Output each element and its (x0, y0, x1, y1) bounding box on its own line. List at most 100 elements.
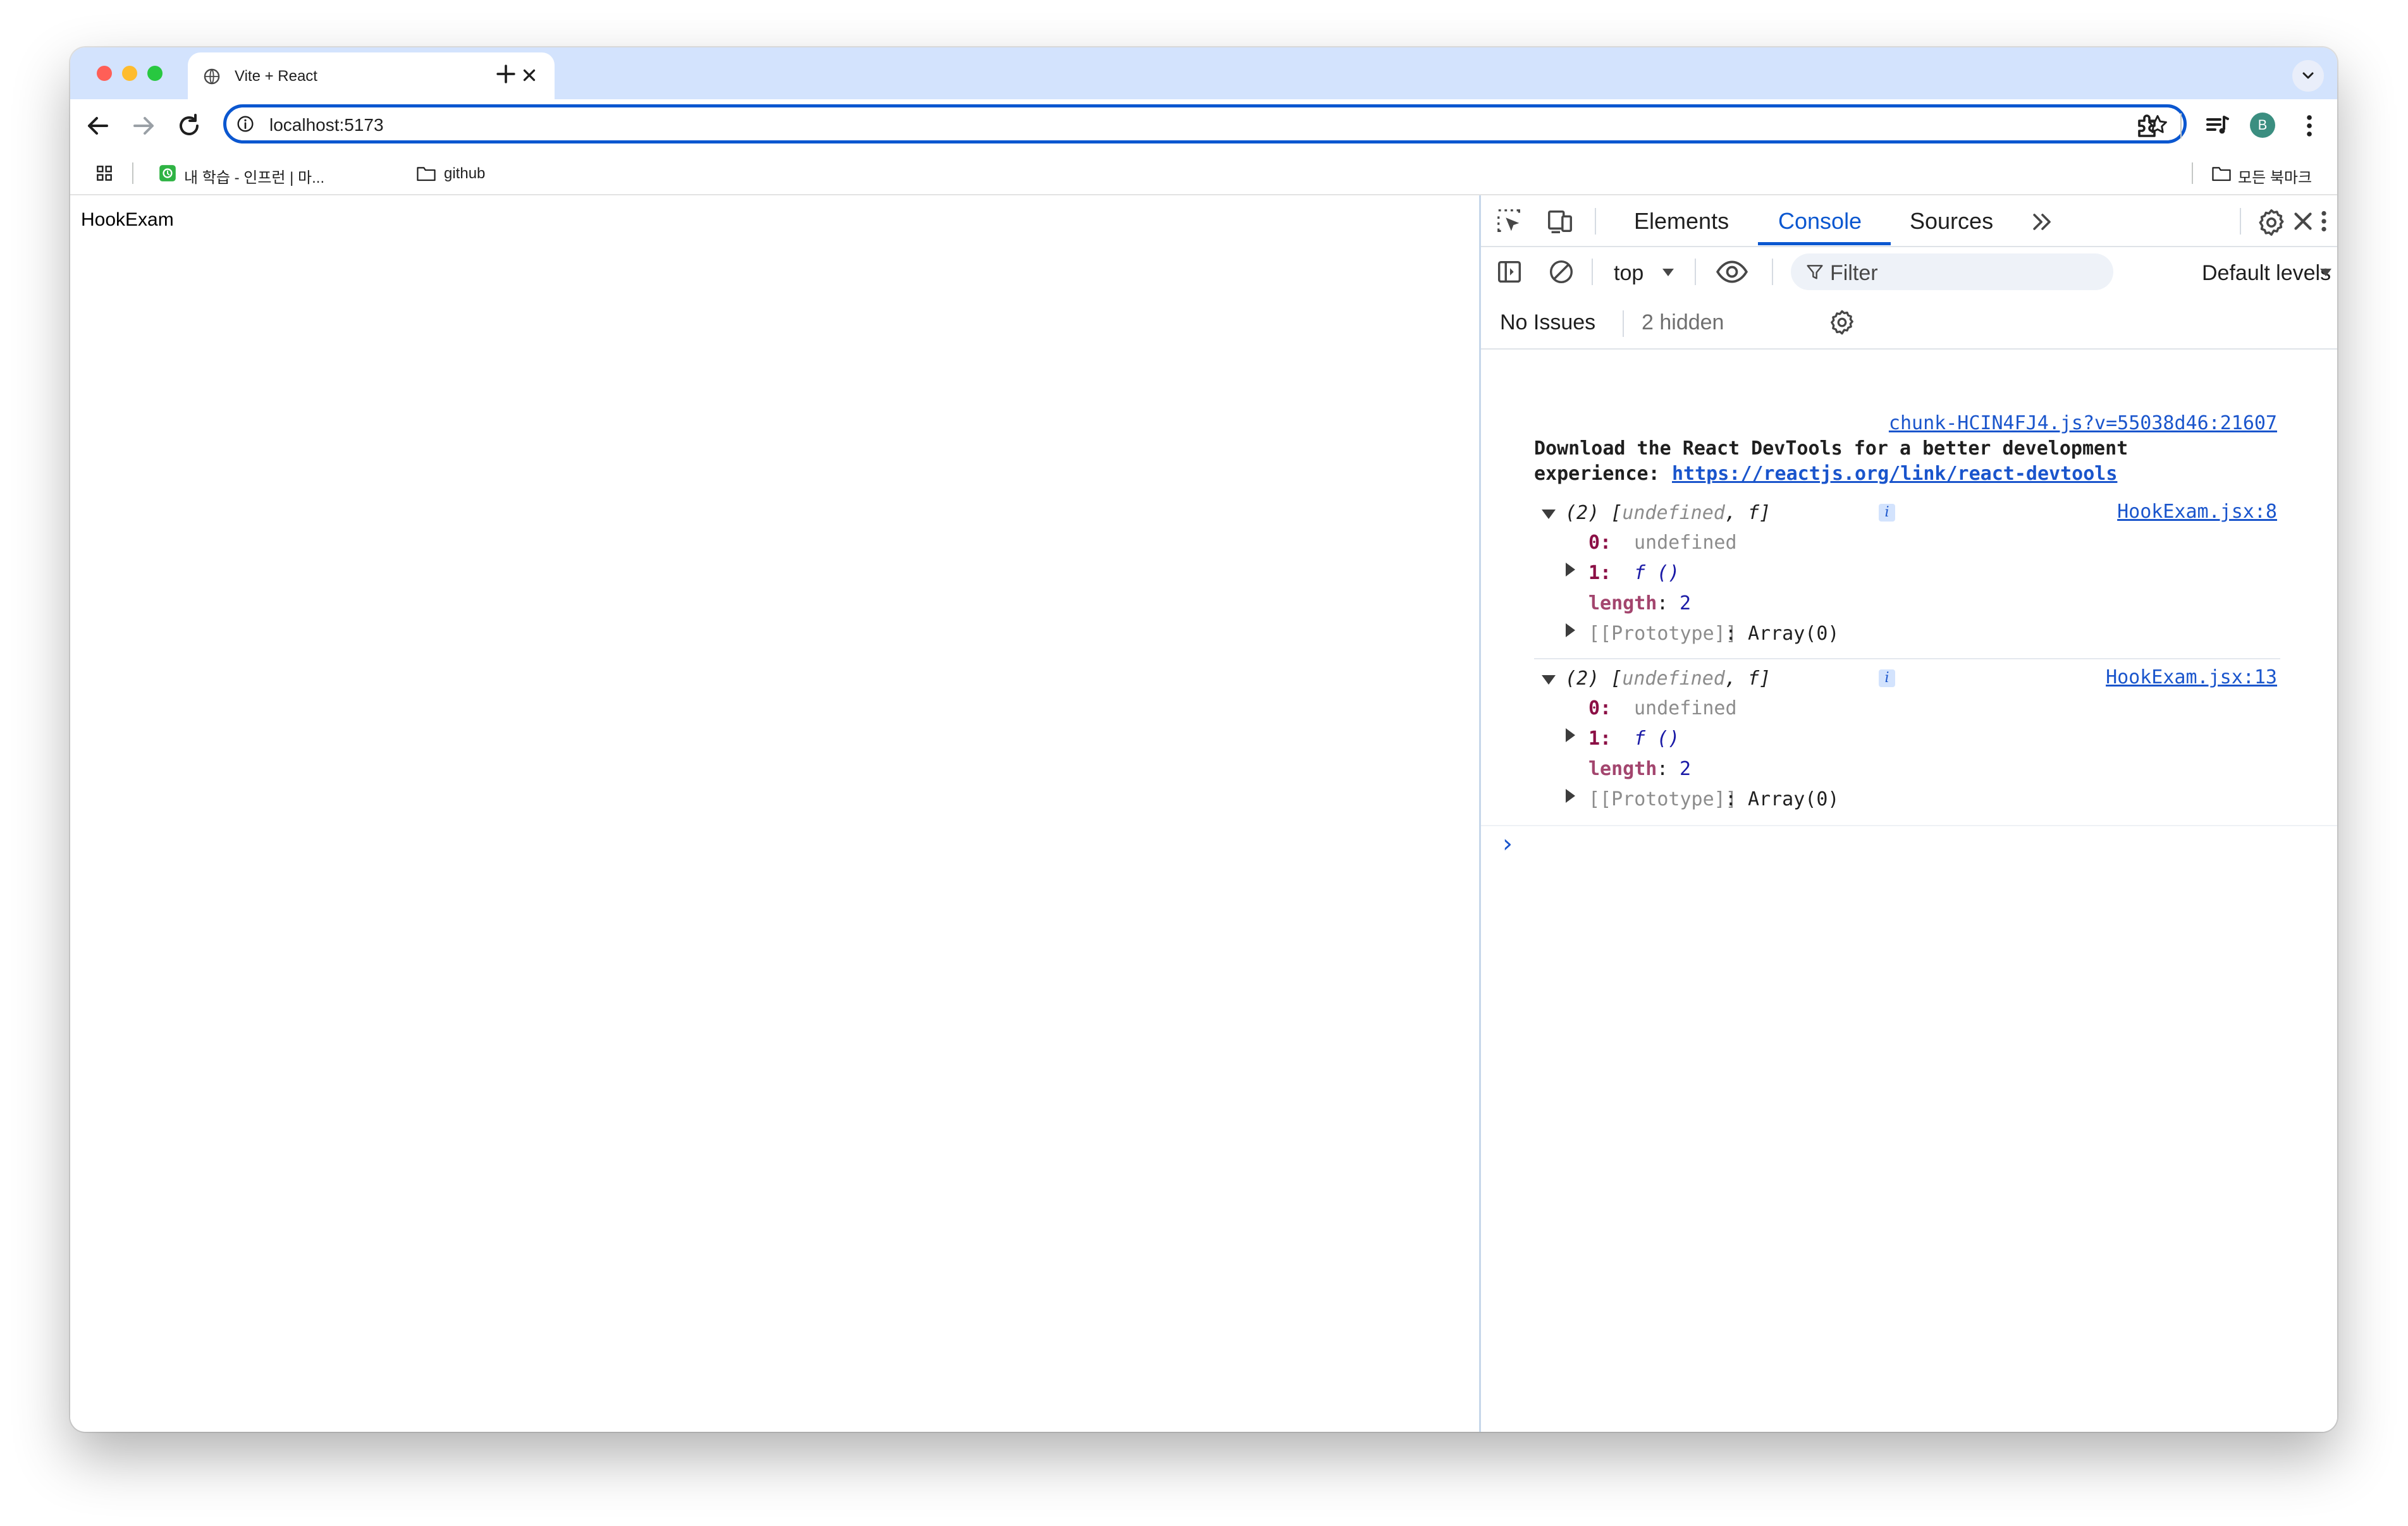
close-tab-icon[interactable] (518, 64, 541, 87)
prototype-key: [[Prototype]] (1588, 623, 1737, 645)
react-devtools-link[interactable]: https://reactjs.org/link/react-devtools (1672, 463, 2117, 485)
globe-icon (204, 68, 220, 85)
dropdown-arrow-icon (1662, 269, 1674, 276)
tab-sources[interactable]: Sources (1910, 208, 1993, 235)
more-vert-icon[interactable] (2294, 111, 2325, 141)
length-value: 2 (1680, 592, 1692, 614)
page-heading: HookExam (81, 209, 174, 230)
bookmarks-divider (2192, 162, 2193, 184)
tab-elements[interactable]: Elements (1634, 208, 1729, 235)
array-index-key: 1: (1588, 562, 1612, 584)
message-divider (1481, 825, 2337, 826)
log-levels-dropdown[interactable]: Default levels (2202, 253, 2336, 290)
prototype-key: [[Prototype]] (1588, 788, 1737, 810)
device-toolbar-icon[interactable] (1545, 207, 1575, 236)
array-summary[interactable]: (2) [undefined, f] (1565, 502, 1771, 524)
dropdown-arrow-icon (2320, 269, 2331, 276)
log-source-link[interactable]: HookExam.jsx:8 (2117, 501, 2277, 523)
toolbar-divider (1772, 259, 1773, 285)
expand-triangle-icon[interactable] (1566, 789, 1575, 803)
console-filter-input[interactable]: Filter (1791, 253, 2113, 290)
bookmark-item-inflearn[interactable]: 내 학습 - 인프런 | 마... (151, 152, 391, 194)
collapse-triangle-icon[interactable] (1542, 510, 1556, 519)
array-index-key: 0: (1588, 532, 1612, 554)
array-summary[interactable]: (2) [undefined, f] (1565, 668, 1771, 690)
issues-bar: No Issues 2 hidden (1481, 298, 2337, 350)
inspect-element-icon[interactable] (1495, 207, 1524, 236)
forward-arrow-icon[interactable] (128, 111, 159, 141)
back-arrow-icon[interactable] (83, 111, 113, 141)
folder-icon (2212, 167, 2231, 181)
new-tab-icon[interactable] (492, 60, 520, 88)
toolbar-divider (1592, 259, 1593, 285)
tab-search-button[interactable] (2292, 60, 2324, 92)
url-text[interactable]: localhost:5173 (269, 115, 384, 135)
address-bar[interactable]: localhost:5173 (223, 104, 2187, 143)
tab-title: Vite + React (235, 68, 317, 85)
console-settings-gear-icon[interactable] (1828, 308, 1857, 337)
extensions-icon[interactable] (2133, 111, 2163, 141)
console-prompt-chevron: › (1502, 829, 1513, 858)
settings-gear-icon[interactable] (2256, 207, 2287, 238)
prototype-value: Array(0) (1748, 788, 1840, 810)
bookmarks-divider (132, 162, 133, 184)
live-expression-eye-icon[interactable] (1715, 256, 1749, 288)
expand-triangle-icon[interactable] (1566, 728, 1575, 742)
devtools-divider (1595, 208, 1596, 235)
expand-triangle-icon[interactable] (1566, 563, 1575, 577)
message-prefix: experience: (1534, 463, 1671, 485)
chevron-down-icon (2302, 72, 2314, 79)
reload-icon[interactable] (174, 111, 204, 141)
filter-placeholder: Filter (1830, 261, 1878, 285)
tab-console[interactable]: Console (1778, 208, 1862, 235)
collapse-triangle-icon[interactable] (1542, 675, 1556, 685)
selected-tab-indicator (1758, 242, 1891, 245)
more-tabs-icon[interactable] (2029, 208, 2056, 236)
tab-strip: Vite + React (70, 47, 2337, 99)
inflearn-icon (159, 165, 176, 181)
apps-grid-icon[interactable] (94, 163, 114, 183)
colon-separator: : (1725, 788, 1737, 810)
bookmark-item-github[interactable]: github (408, 152, 503, 194)
devtools-panel: Elements Console Sources top Filter Defa… (1479, 195, 2337, 1432)
browser-toolbar: localhost:5173 B (70, 99, 2337, 152)
profile-avatar[interactable]: B (2250, 113, 2275, 138)
array-value: f () (1634, 562, 1680, 584)
sidebar-toggle-icon[interactable] (1495, 257, 1524, 286)
context-label: top (1614, 261, 1644, 285)
message-text: Download the React DevTools for a better… (1534, 437, 2128, 460)
bookmark-label: 내 학습 - 인프런 | 마... (184, 169, 325, 186)
devtools-divider (2240, 208, 2241, 235)
bookmarks-bar: 내 학습 - 인프런 | 마... github 모든 북마크 (70, 152, 2337, 195)
all-bookmarks-button[interactable]: 모든 북마크 (2208, 152, 2334, 194)
length-value: 2 (1680, 758, 1692, 780)
log-levels-label: Default levels (2202, 261, 2331, 285)
minimize-window-button[interactable] (122, 66, 137, 81)
message-source-link[interactable]: chunk-HCIN4FJ4.js?v=55038d46:21607 (1889, 412, 2277, 434)
media-controls-icon[interactable] (2202, 111, 2233, 141)
folder-icon (417, 167, 436, 181)
array-index-key: 1: (1588, 728, 1612, 750)
toolbar-divider (1695, 259, 1696, 285)
array-value: undefined (1634, 697, 1737, 719)
bookmark-label: github (444, 165, 486, 182)
message-divider (1534, 658, 2280, 659)
colon-separator: : (1657, 592, 1669, 614)
length-key: length (1588, 592, 1657, 614)
colon-separator: : (1725, 623, 1737, 645)
log-source-link[interactable]: HookExam.jsx:13 (2106, 666, 2277, 688)
console-input[interactable] (1525, 830, 2322, 862)
site-info-icon[interactable] (235, 114, 255, 134)
info-icon[interactable]: i (1879, 669, 1895, 687)
clear-console-icon[interactable] (1547, 257, 1576, 286)
maximize-window-button[interactable] (147, 66, 163, 81)
close-devtools-icon[interactable] (2288, 207, 2318, 236)
expand-triangle-icon[interactable] (1566, 623, 1575, 637)
array-value: undefined (1634, 532, 1737, 554)
context-selector[interactable]: top (1606, 253, 1682, 290)
issues-count[interactable]: No Issues (1500, 310, 1595, 335)
info-icon[interactable]: i (1879, 504, 1895, 522)
page-viewport: HookExam (70, 195, 1479, 1432)
array-value: f () (1634, 728, 1680, 750)
close-window-button[interactable] (97, 66, 112, 81)
